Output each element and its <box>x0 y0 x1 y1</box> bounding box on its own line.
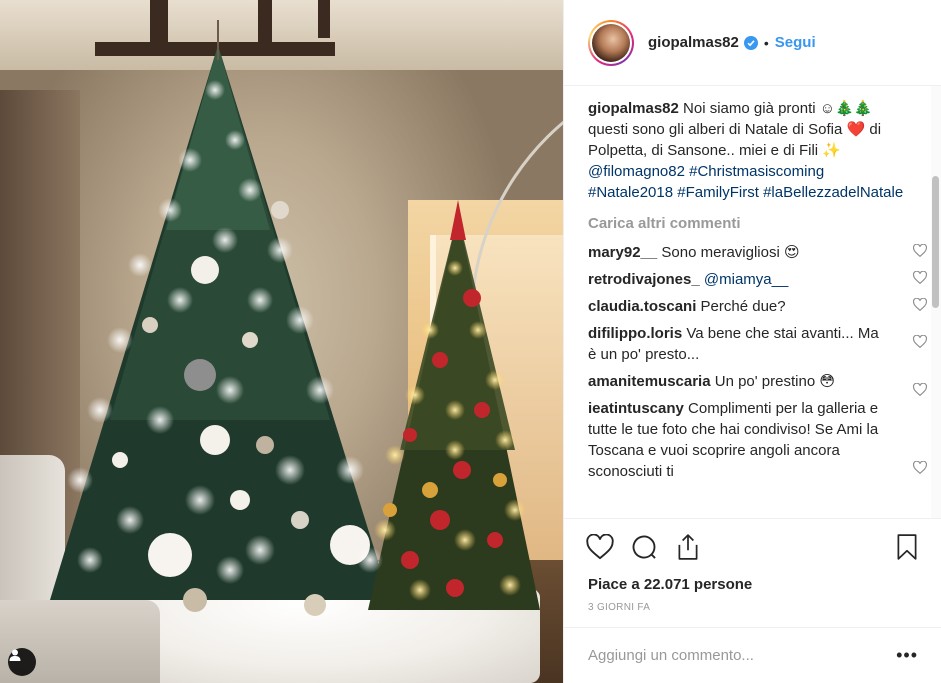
comment-item: mary92__ Sono meravigliosi 😍 <box>588 242 927 263</box>
header-separator: • <box>763 34 769 51</box>
profile-photo <box>592 23 630 62</box>
caption-hashtag[interactable]: #Natale2018 <box>588 184 673 201</box>
add-comment-bar: Aggiungi un commento... ••• <box>564 627 941 683</box>
caption-hashtag[interactable]: #FamilyFirst <box>677 184 759 201</box>
comment-item: retrodivajones_ @miamya__ <box>588 269 927 290</box>
caption-heart: ❤️ <box>846 121 866 138</box>
comment-like-icon[interactable] <box>913 335 929 351</box>
post-side-panel: giopalmas82 • Segui giopalmas82 Noi siam… <box>563 0 941 683</box>
post-caption: giopalmas82 Noi siamo già pronti ☺🎄🎄 que… <box>588 98 907 203</box>
comment-text: Perché due? <box>700 298 786 315</box>
comment-username[interactable]: claudia.toscani <box>588 298 696 315</box>
comments-list[interactable]: giopalmas82 Noi siamo già pronti ☺🎄🎄 que… <box>564 86 941 518</box>
load-more-comments-button[interactable]: Carica altri commenti <box>588 213 907 234</box>
follow-button[interactable]: Segui <box>775 34 816 51</box>
comment-text: Sono meravigliosi 😍 <box>661 244 800 261</box>
post-actions <box>564 518 941 574</box>
comment-username[interactable]: ieatintuscany <box>588 400 684 417</box>
post-date[interactable]: 3 GIORNI FA <box>564 596 941 626</box>
comment-like-icon[interactable] <box>913 383 929 399</box>
caption-mention[interactable]: @filomagno82 <box>588 163 685 180</box>
comment-username[interactable]: mary92__ <box>588 244 657 261</box>
photo-christmas-trees <box>50 20 540 616</box>
comments-scrollbar[interactable] <box>931 86 941 518</box>
comment-like-icon[interactable] <box>913 461 929 477</box>
more-options-icon[interactable]: ••• <box>896 645 918 666</box>
bookmark-icon[interactable] <box>891 531 923 563</box>
comments-scrollbar-thumb[interactable] <box>932 176 939 308</box>
comment-username[interactable]: amanitemuscaria <box>588 373 711 390</box>
comment-like-icon[interactable] <box>913 298 929 314</box>
post-photo[interactable] <box>0 0 563 683</box>
user-tag-icon[interactable] <box>8 648 36 676</box>
comment-item: ieatintuscany Complimenti per la galleri… <box>588 398 927 482</box>
small-tree-topper <box>450 200 466 240</box>
comment-text: Un po' prestino 😳 <box>714 373 835 390</box>
comment-username[interactable]: difilippo.loris <box>588 325 682 342</box>
comment-username[interactable]: retrodivajones_ <box>588 271 700 288</box>
heart-icon[interactable] <box>584 531 616 563</box>
comment-item: difilippo.loris Va bene che stai avanti.… <box>588 323 927 365</box>
likes-count[interactable]: Piace a 22.071 persone <box>564 574 941 596</box>
comment-bubble-icon[interactable] <box>628 531 660 563</box>
instagram-post: giopalmas82 • Segui giopalmas82 Noi siam… <box>0 0 941 683</box>
comment-like-icon[interactable] <box>913 244 929 260</box>
verified-badge-icon <box>743 35 758 50</box>
avatar[interactable] <box>588 19 634 66</box>
comment-mention[interactable]: @miamya__ <box>704 271 788 288</box>
add-comment-input[interactable]: Aggiungi un commento... <box>588 647 896 664</box>
caption-hashtag[interactable]: #laBellezzadelNatale <box>763 184 903 201</box>
comment-item: amanitemuscaria Un po' prestino 😳 <box>588 371 927 396</box>
post-header: giopalmas82 • Segui <box>564 0 941 86</box>
caption-hashtag[interactable]: #Christmasiscoming <box>689 163 824 180</box>
caption-username[interactable]: giopalmas82 <box>588 100 679 117</box>
comment-item: claudia.toscani Perché due? <box>588 296 927 317</box>
big-tree-top <box>166 45 270 230</box>
comment-like-icon[interactable] <box>913 271 929 287</box>
header-username[interactable]: giopalmas82 <box>648 34 739 51</box>
share-icon[interactable] <box>672 531 704 563</box>
